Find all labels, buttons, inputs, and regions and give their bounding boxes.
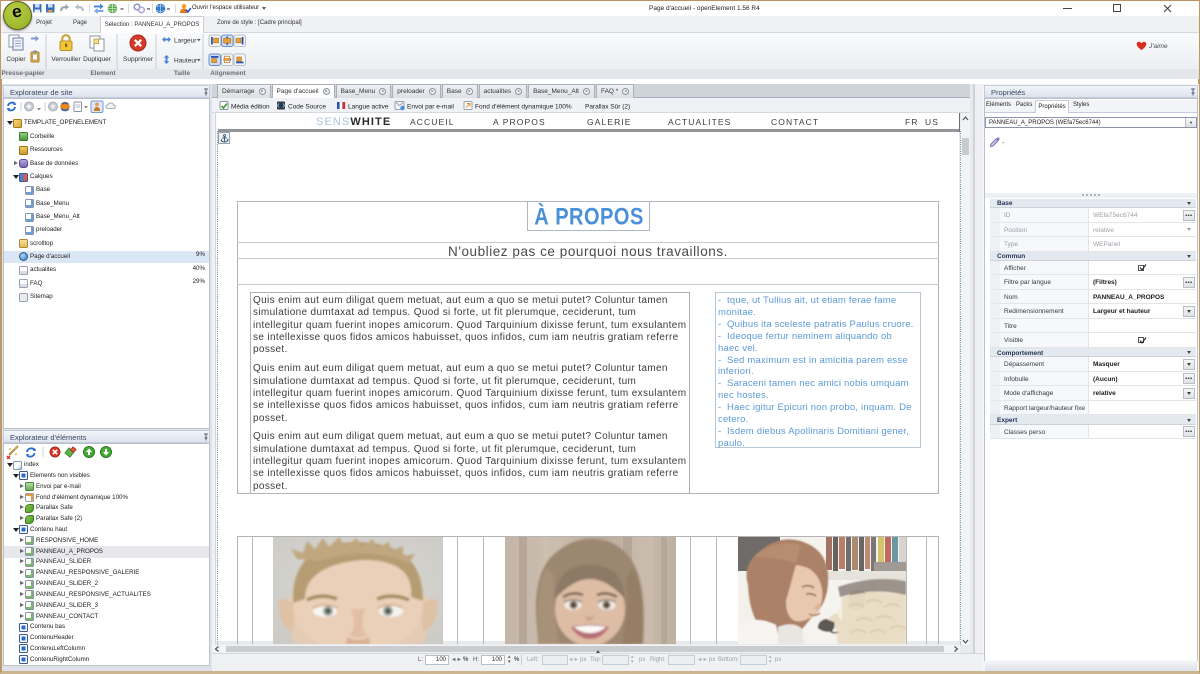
svg-text:-: - bbox=[1002, 140, 1005, 147]
svg-text:Langue active: Langue active bbox=[348, 104, 389, 111]
svg-text:Envoi par e-mail: Envoi par e-mail bbox=[407, 104, 455, 111]
svg-text:Parallax Sûr (2): Parallax Sûr (2) bbox=[585, 104, 630, 111]
svg-text:Média édition: Média édition bbox=[231, 104, 270, 111]
svg-text:Verrouiller: Verrouiller bbox=[51, 56, 81, 63]
svg-text:Largeur: Largeur bbox=[174, 38, 197, 45]
svg-text:Code Source: Code Source bbox=[288, 104, 326, 111]
svg-text:Dupliquer: Dupliquer bbox=[83, 56, 112, 63]
svg-text:Hauteur: Hauteur bbox=[174, 58, 198, 65]
svg-text:Fond d'élément dynamique 100%: Fond d'élément dynamique 100% bbox=[475, 104, 572, 111]
svg-text:Supprimer: Supprimer bbox=[123, 56, 154, 63]
svg-text:Copier: Copier bbox=[6, 56, 26, 63]
